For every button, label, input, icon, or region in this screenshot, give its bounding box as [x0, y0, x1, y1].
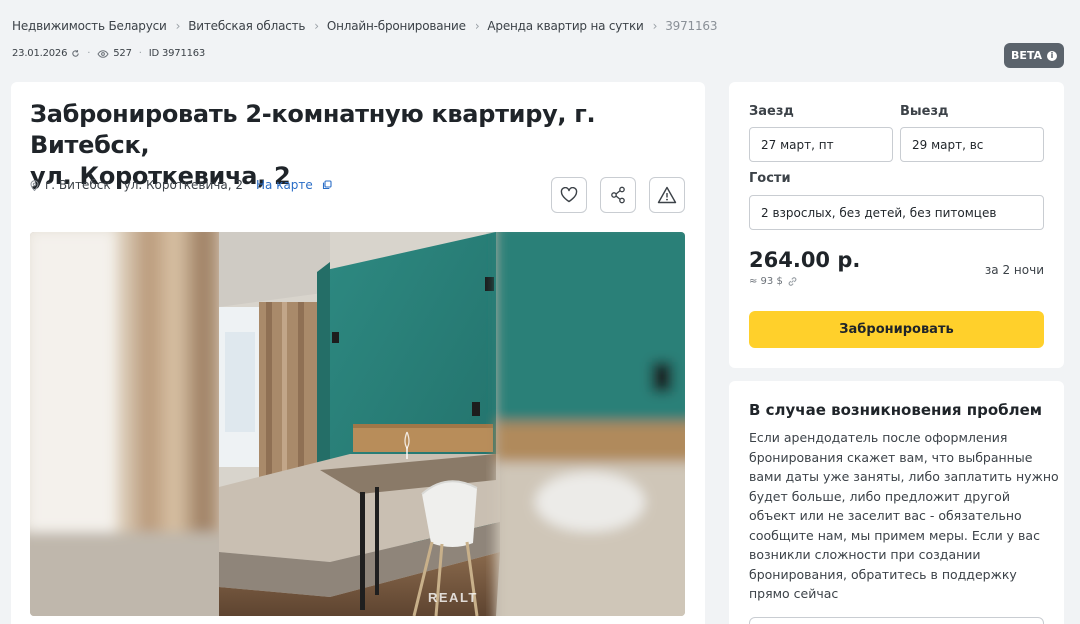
link-icon[interactable]: [787, 276, 798, 287]
total-price: 264.00 р.: [749, 248, 861, 272]
apartment-photo-illustration: REALT: [30, 232, 685, 616]
booking-card: Заезд 27 март, пт Выезд 29 март, вс Гост…: [729, 82, 1064, 368]
listing-meta: 23.01.2026 · 527 · ID 3971163: [12, 48, 205, 59]
chevron-right-icon: ›: [175, 19, 181, 33]
price-usd: ≈ 93 $: [749, 276, 798, 287]
photo-right-blurred: [496, 232, 685, 616]
beta-label: BETA: [1010, 49, 1043, 62]
refresh-icon: [71, 49, 80, 58]
heart-icon: [560, 187, 578, 203]
report-button[interactable]: [649, 177, 685, 213]
listing-address: г. Витебск ул. Короткевича, 2 На карте: [30, 178, 332, 192]
info-icon: i: [1047, 50, 1058, 61]
photo-center: [219, 232, 500, 616]
separator-dot: ·: [138, 48, 142, 59]
breadcrumb-item-current: 3971163: [665, 19, 718, 33]
eye-icon: [97, 49, 109, 58]
problems-text-line: Если арендодатель после оформления: [749, 430, 1008, 445]
support-button[interactable]: [749, 617, 1044, 624]
share-icon: [610, 186, 626, 204]
breadcrumb: Недвижимость Беларуси › Витебская област…: [12, 19, 717, 33]
address-city: г. Витебск: [45, 178, 111, 192]
problems-card: В случае возникновения проблем Если арен…: [729, 381, 1064, 624]
chevron-right-icon: ›: [474, 19, 480, 33]
guests-field[interactable]: 2 взрослых, без детей, без питомцев: [749, 195, 1044, 230]
beta-badge[interactable]: BETA i: [1004, 43, 1064, 68]
favorite-button[interactable]: [551, 177, 587, 213]
problems-text-line: объект или не заселит вас - обязательно: [749, 508, 1022, 523]
address-street: ул. Короткевича, 2: [123, 178, 244, 192]
photo-left-blurred: [30, 232, 230, 616]
show-on-map-link[interactable]: На карте: [256, 178, 313, 192]
listing-card: Забронировать 2-комнатную квартиру, г. В…: [11, 82, 705, 624]
warning-icon: [657, 186, 677, 204]
title-line-1: Забронировать 2-комнатную квартиру, г. В…: [30, 100, 596, 159]
breadcrumb-item-vitebsk-region[interactable]: Витебская область: [188, 19, 305, 33]
separator-dot: ·: [87, 48, 91, 59]
checkin-label: Заезд: [749, 104, 794, 119]
breadcrumb-item-online-booking[interactable]: Онлайн-бронирование: [327, 19, 466, 33]
problems-title: В случае возникновения проблем: [749, 401, 1043, 419]
share-button[interactable]: [600, 177, 636, 213]
problems-text-line: будет больше, либо предложит другой: [749, 488, 1010, 504]
problems-text-line: прямо сейчас: [749, 586, 839, 601]
chevron-right-icon: ›: [314, 19, 319, 33]
chevron-right-icon: ›: [652, 19, 658, 33]
guests-label: Гости: [749, 171, 791, 186]
checkout-label: Выезд: [900, 104, 949, 119]
checkout-date-field[interactable]: 29 март, вс: [900, 127, 1044, 162]
problems-text-line: возникли сложности при создании: [749, 547, 981, 562]
breadcrumb-item-daily-rent[interactable]: Аренда квартир на сутки: [487, 19, 643, 33]
copy-address-icon[interactable]: [322, 180, 332, 190]
problems-text: Если арендодатель после оформления брони…: [749, 428, 1059, 604]
problems-text-line: вами даты уже заняты, либо заплатить нуж…: [749, 469, 1059, 484]
breadcrumb-item-belarus[interactable]: Недвижимость Беларуси: [12, 19, 167, 33]
view-count: 527: [113, 48, 132, 59]
problems-text-line: бронирования, обратитесь в поддержку: [749, 566, 1017, 582]
listing-date: 23.01.2026: [12, 48, 68, 59]
problems-text-line: сообщите нам, мы примем меры. Если у вас: [749, 527, 1040, 543]
photo-watermark: REALT: [428, 590, 478, 605]
checkin-date-field[interactable]: 27 март, пт: [749, 127, 893, 162]
problems-text-line: бронирования скажет вам, что выбранные: [749, 449, 1033, 465]
price-usd-value: ≈ 93 $: [749, 276, 783, 287]
listing-id: ID 3971163: [148, 48, 206, 59]
book-button[interactable]: Забронировать: [749, 311, 1044, 348]
listing-photo[interactable]: REALT: [30, 232, 685, 616]
price-period: за 2 ночи: [984, 263, 1044, 277]
location-pin-icon: [30, 179, 39, 191]
